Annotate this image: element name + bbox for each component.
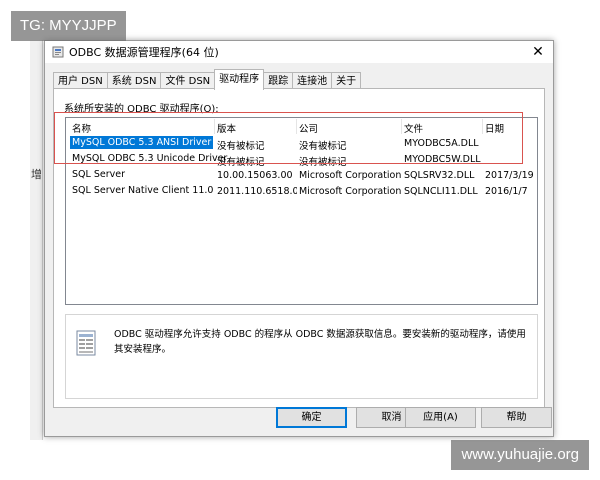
info-description: ODBC 驱动程序允许支持 ODBC 的程序从 ODBC 数据源获取信息。要安装…: [114, 329, 526, 355]
driver-row[interactable]: SQL Server 10.00.15063.00 Microsoft Corp…: [66, 168, 537, 183]
column-header-file[interactable]: 文件: [404, 121, 482, 135]
column-divider[interactable]: [214, 119, 215, 134]
driver-version: 没有被标记: [217, 157, 265, 168]
drivers-tab-panel: 系统所安装的 ODBC 驱动程序(O): 名称 版本 公司 文件 日期 MySQ…: [53, 88, 545, 408]
column-header-version[interactable]: 版本: [217, 121, 297, 135]
watermark-top-left: TG: MYYJJPP: [11, 11, 126, 41]
screenshot: 增 ODBC 数据源管理程序(64 位) ✕ 用户 DSN 系统 DSN 文件 DS…: [0, 0, 600, 480]
column-header-name[interactable]: 名称: [72, 121, 214, 135]
apply-button[interactable]: 应用(A): [405, 407, 476, 428]
driver-name: SQL Server: [72, 169, 125, 180]
driver-date: 2016/1/7: [485, 186, 528, 197]
driver-file: SQLNCLI11.DLL: [404, 186, 478, 197]
list-header: 名称 版本 公司 文件 日期: [66, 118, 537, 135]
column-divider[interactable]: [482, 119, 483, 134]
column-header-company[interactable]: 公司: [299, 121, 401, 135]
column-divider[interactable]: [296, 119, 297, 134]
driver-list[interactable]: 名称 版本 公司 文件 日期 MySQL ODBC 5.3 ANSI Drive…: [65, 117, 538, 305]
column-header-date[interactable]: 日期: [485, 121, 537, 135]
driver-row-selected[interactable]: MySQL ODBC 5.3 ANSI Driver 没有被标记 没有被标记 M…: [66, 136, 537, 152]
driver-file: SQLSRV32.DLL: [404, 170, 475, 181]
driver-name: SQL Server Native Client 11.0: [72, 185, 214, 196]
ok-button[interactable]: 确定: [276, 407, 347, 428]
document-icon: [76, 330, 96, 356]
driver-date: 2017/3/19: [485, 170, 534, 181]
driver-version: 10.00.15063.00: [217, 170, 293, 181]
tab-drivers[interactable]: 驱动程序: [214, 69, 265, 90]
driver-file: MYODBC5A.DLL: [404, 138, 479, 149]
driver-company: Microsoft Corporation: [299, 186, 401, 197]
close-icon[interactable]: ✕: [527, 42, 549, 62]
odbc-app-icon: [52, 46, 64, 58]
driver-version: 2011.110.6518.00: [217, 186, 297, 197]
driver-list-label: 系统所安装的 ODBC 驱动程序(O):: [64, 104, 219, 115]
title-bar[interactable]: ODBC 数据源管理程序(64 位) ✕: [45, 41, 553, 63]
help-button[interactable]: 帮助: [481, 407, 552, 428]
driver-company: Microsoft Corporation: [299, 170, 401, 181]
info-group: ODBC 驱动程序允许支持 ODBC 的程序从 ODBC 数据源获取信息。要安装…: [65, 314, 538, 399]
driver-version: 没有被标记: [217, 141, 265, 152]
window-title: ODBC 数据源管理程序(64 位): [69, 46, 219, 59]
background-window-text: 增: [31, 168, 42, 181]
driver-company: 没有被标记: [299, 141, 347, 152]
driver-company: 没有被标记: [299, 157, 347, 168]
column-divider[interactable]: [401, 119, 402, 134]
driver-name: MySQL ODBC 5.3 ANSI Driver: [70, 136, 214, 149]
driver-row[interactable]: SQL Server Native Client 11.0 2011.110.6…: [66, 184, 537, 199]
tab-strip: 用户 DSN 系统 DSN 文件 DSN 驱动程序 跟踪 连接池 关于: [53, 69, 362, 90]
watermark-bottom-right: www.yuhuajie.org: [451, 440, 589, 470]
odbc-admin-dialog: ODBC 数据源管理程序(64 位) ✕ 用户 DSN 系统 DSN 文件 DSN 驱…: [44, 40, 554, 437]
driver-name: MySQL ODBC 5.3 Unicode Driver: [72, 153, 228, 164]
driver-file: MYODBC5W.DLL: [404, 154, 481, 165]
background-window-edge: [30, 40, 43, 440]
driver-row[interactable]: MySQL ODBC 5.3 Unicode Driver 没有被标记 没有被标…: [66, 152, 537, 168]
